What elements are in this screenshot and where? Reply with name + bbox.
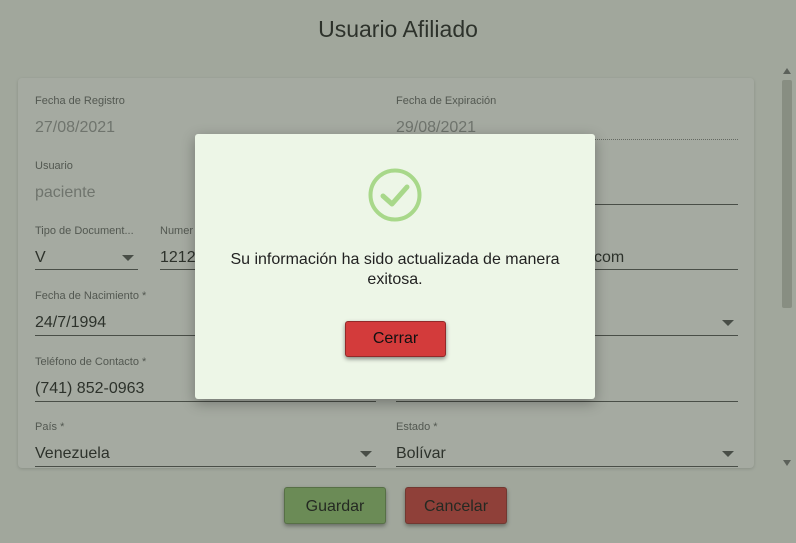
close-button[interactable]: Cerrar: [345, 321, 446, 357]
success-message: Su información ha sido actualizada de ma…: [230, 251, 560, 288]
success-modal: Su información ha sido actualizada de ma…: [195, 134, 595, 399]
check-circle-icon: [368, 168, 422, 222]
